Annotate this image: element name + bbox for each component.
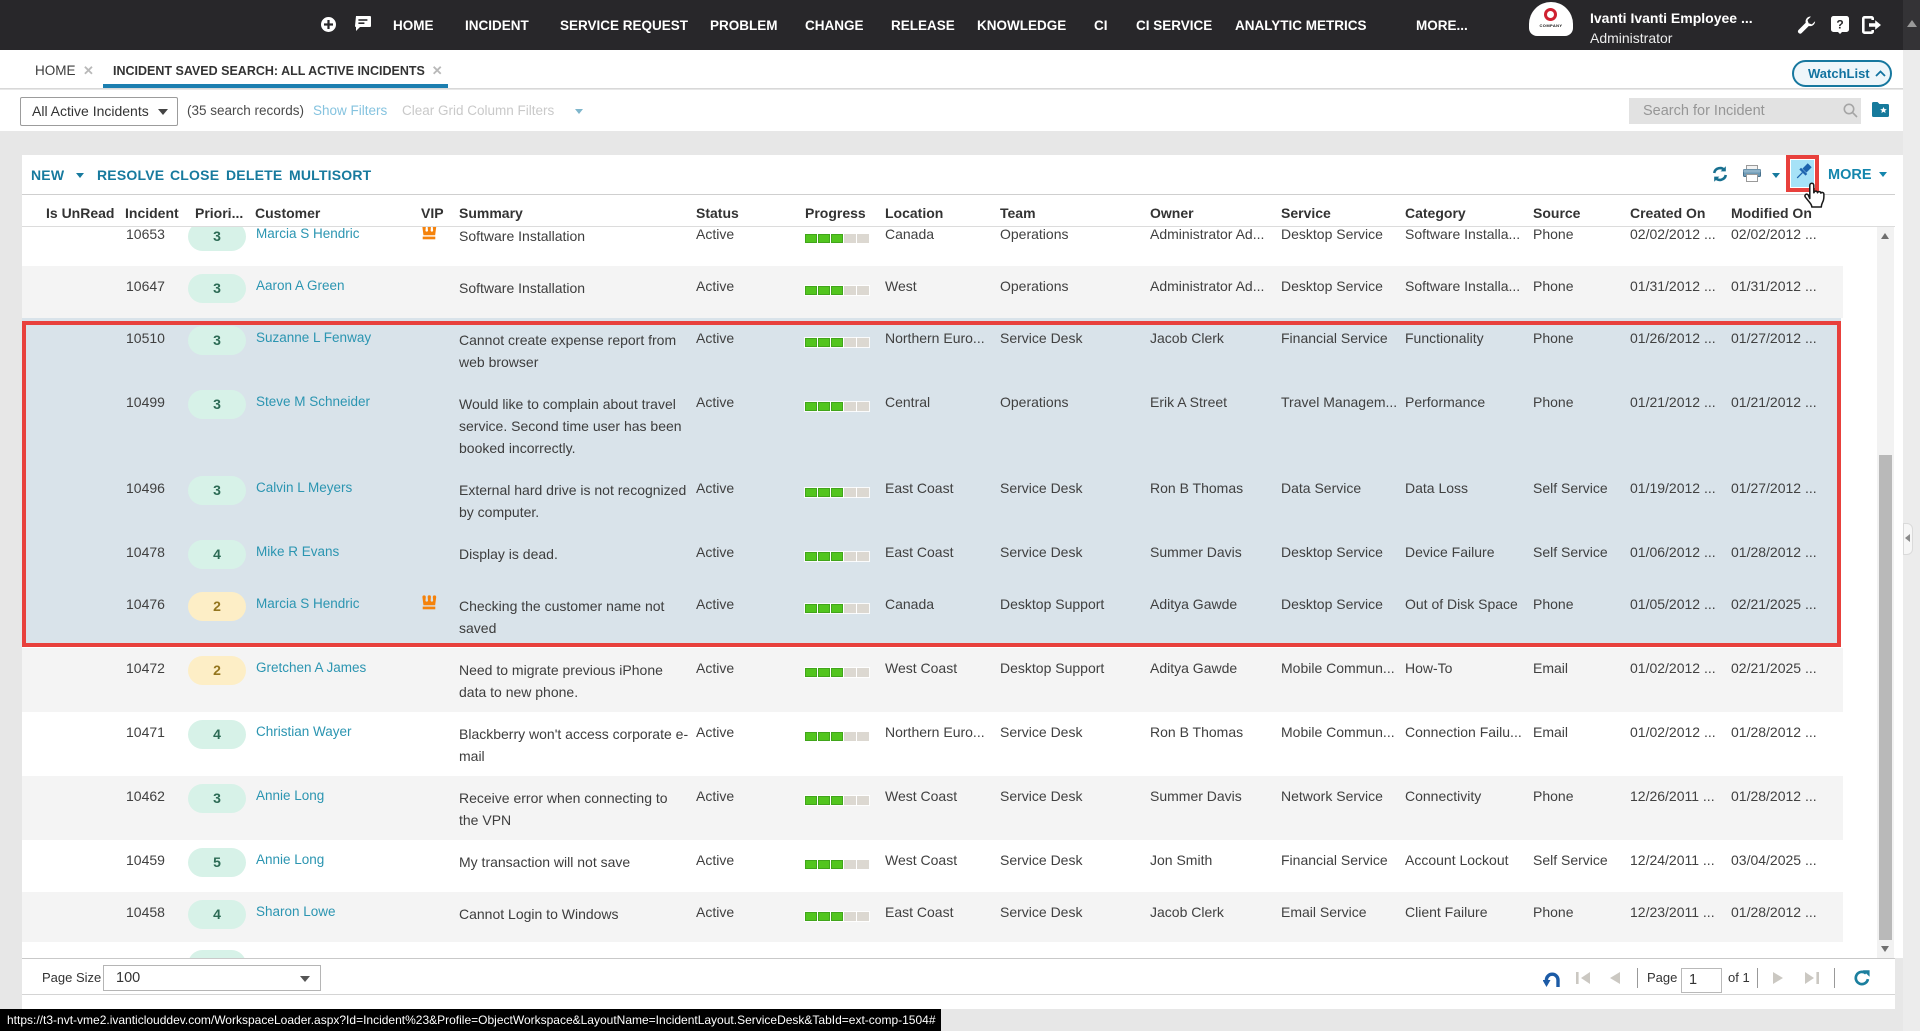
svg-text:?: ? xyxy=(1836,18,1843,32)
